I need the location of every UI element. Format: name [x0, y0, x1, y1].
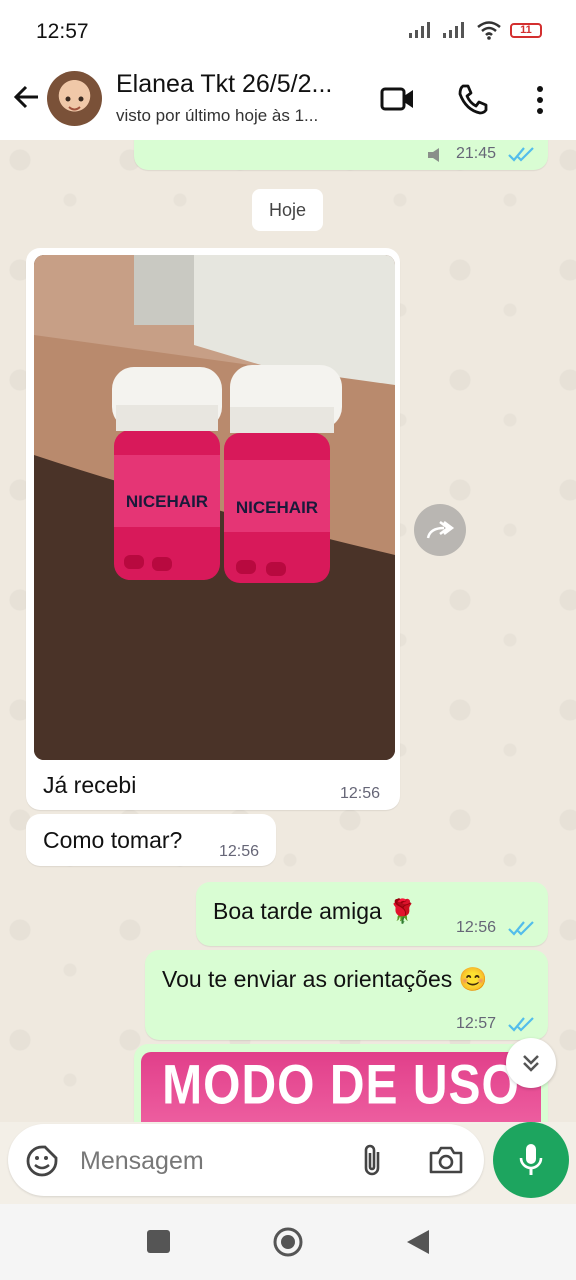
message-image[interactable]: MODO DE USO	[141, 1052, 541, 1122]
battery-icon: 11	[510, 22, 542, 38]
product-label: NICEHAIR	[236, 498, 318, 517]
chevron-double-down-icon	[523, 1055, 539, 1072]
message-time: 12:56	[340, 785, 381, 802]
speaker-icon	[428, 148, 439, 162]
incoming-text-message[interactable]: Como tomar? 12:56	[26, 814, 276, 866]
mic-icon	[519, 1144, 543, 1175]
outgoing-image-message[interactable]: MODO DE USO	[134, 1044, 548, 1122]
product-label: NICEHAIR	[126, 492, 208, 511]
home-icon[interactable]	[272, 1226, 304, 1258]
back-arrow-icon[interactable]	[12, 82, 42, 112]
scroll-to-bottom-button[interactable]	[506, 1038, 556, 1088]
signal-icon	[409, 22, 430, 38]
more-vert-icon[interactable]	[530, 84, 550, 116]
mic-button[interactable]	[493, 1122, 569, 1198]
back-icon[interactable]	[405, 1228, 431, 1256]
message-time: 12:56	[456, 919, 497, 936]
message-time: 21:45	[456, 145, 497, 162]
message-input[interactable]	[78, 1138, 342, 1184]
contact-name[interactable]: Elanea Tkt 26/5/2...	[116, 70, 332, 99]
read-ticks-icon	[508, 1017, 534, 1032]
message-time: 12:56	[219, 843, 260, 860]
camera-icon[interactable]	[428, 1144, 464, 1176]
status-time: 12:57	[36, 20, 89, 43]
status-bar: 12:57 11	[0, 0, 576, 62]
forward-button[interactable]	[414, 504, 466, 556]
attach-icon[interactable]	[360, 1142, 386, 1178]
message-caption: Já recebi	[43, 772, 137, 798]
battery-level: 11	[520, 24, 532, 36]
phone-icon[interactable]	[456, 82, 490, 116]
photo-product-bottles: NICEHAIR NICEHAIR	[34, 255, 395, 760]
contact-status[interactable]: visto por último hoje às 1...	[116, 106, 318, 126]
message-input-bar	[8, 1124, 484, 1196]
forward-icon	[426, 521, 455, 539]
chat-area[interactable]: 21:45 Hoje NICEHAIR NICEHAIR Já recebi 1…	[0, 140, 576, 1122]
message-time: 12:57	[456, 1015, 497, 1032]
avatar-face-icon	[65, 96, 84, 111]
date-separator: Hoje	[252, 189, 323, 231]
message-image[interactable]: NICEHAIR NICEHAIR	[34, 255, 395, 760]
previous-message-bubble[interactable]: 21:45	[134, 140, 548, 170]
message-text: Vou te enviar as orientações 😊	[162, 966, 488, 992]
message-text: Boa tarde amiga 🌹	[213, 898, 417, 924]
image-banner-text: MODO DE USO	[162, 1055, 520, 1116]
video-call-icon[interactable]	[380, 82, 416, 116]
chat-header: Elanea Tkt 26/5/2... visto por último ho…	[0, 62, 576, 140]
read-ticks-icon	[508, 147, 534, 162]
outgoing-text-message[interactable]: Boa tarde amiga 🌹 12:56	[196, 882, 548, 946]
recent-apps-icon[interactable]	[147, 1230, 170, 1253]
message-text: Como tomar?	[43, 827, 183, 853]
avatar[interactable]	[47, 71, 102, 126]
wifi-icon	[477, 21, 501, 40]
read-ticks-icon	[508, 921, 534, 936]
incoming-image-message[interactable]: NICEHAIR NICEHAIR Já recebi 12:56	[26, 248, 400, 810]
outgoing-text-message[interactable]: Vou te enviar as orientações 😊 12:57	[145, 950, 548, 1040]
sticker-icon[interactable]	[25, 1144, 59, 1178]
system-nav-bar	[0, 1204, 576, 1280]
signal-icon	[443, 22, 464, 38]
